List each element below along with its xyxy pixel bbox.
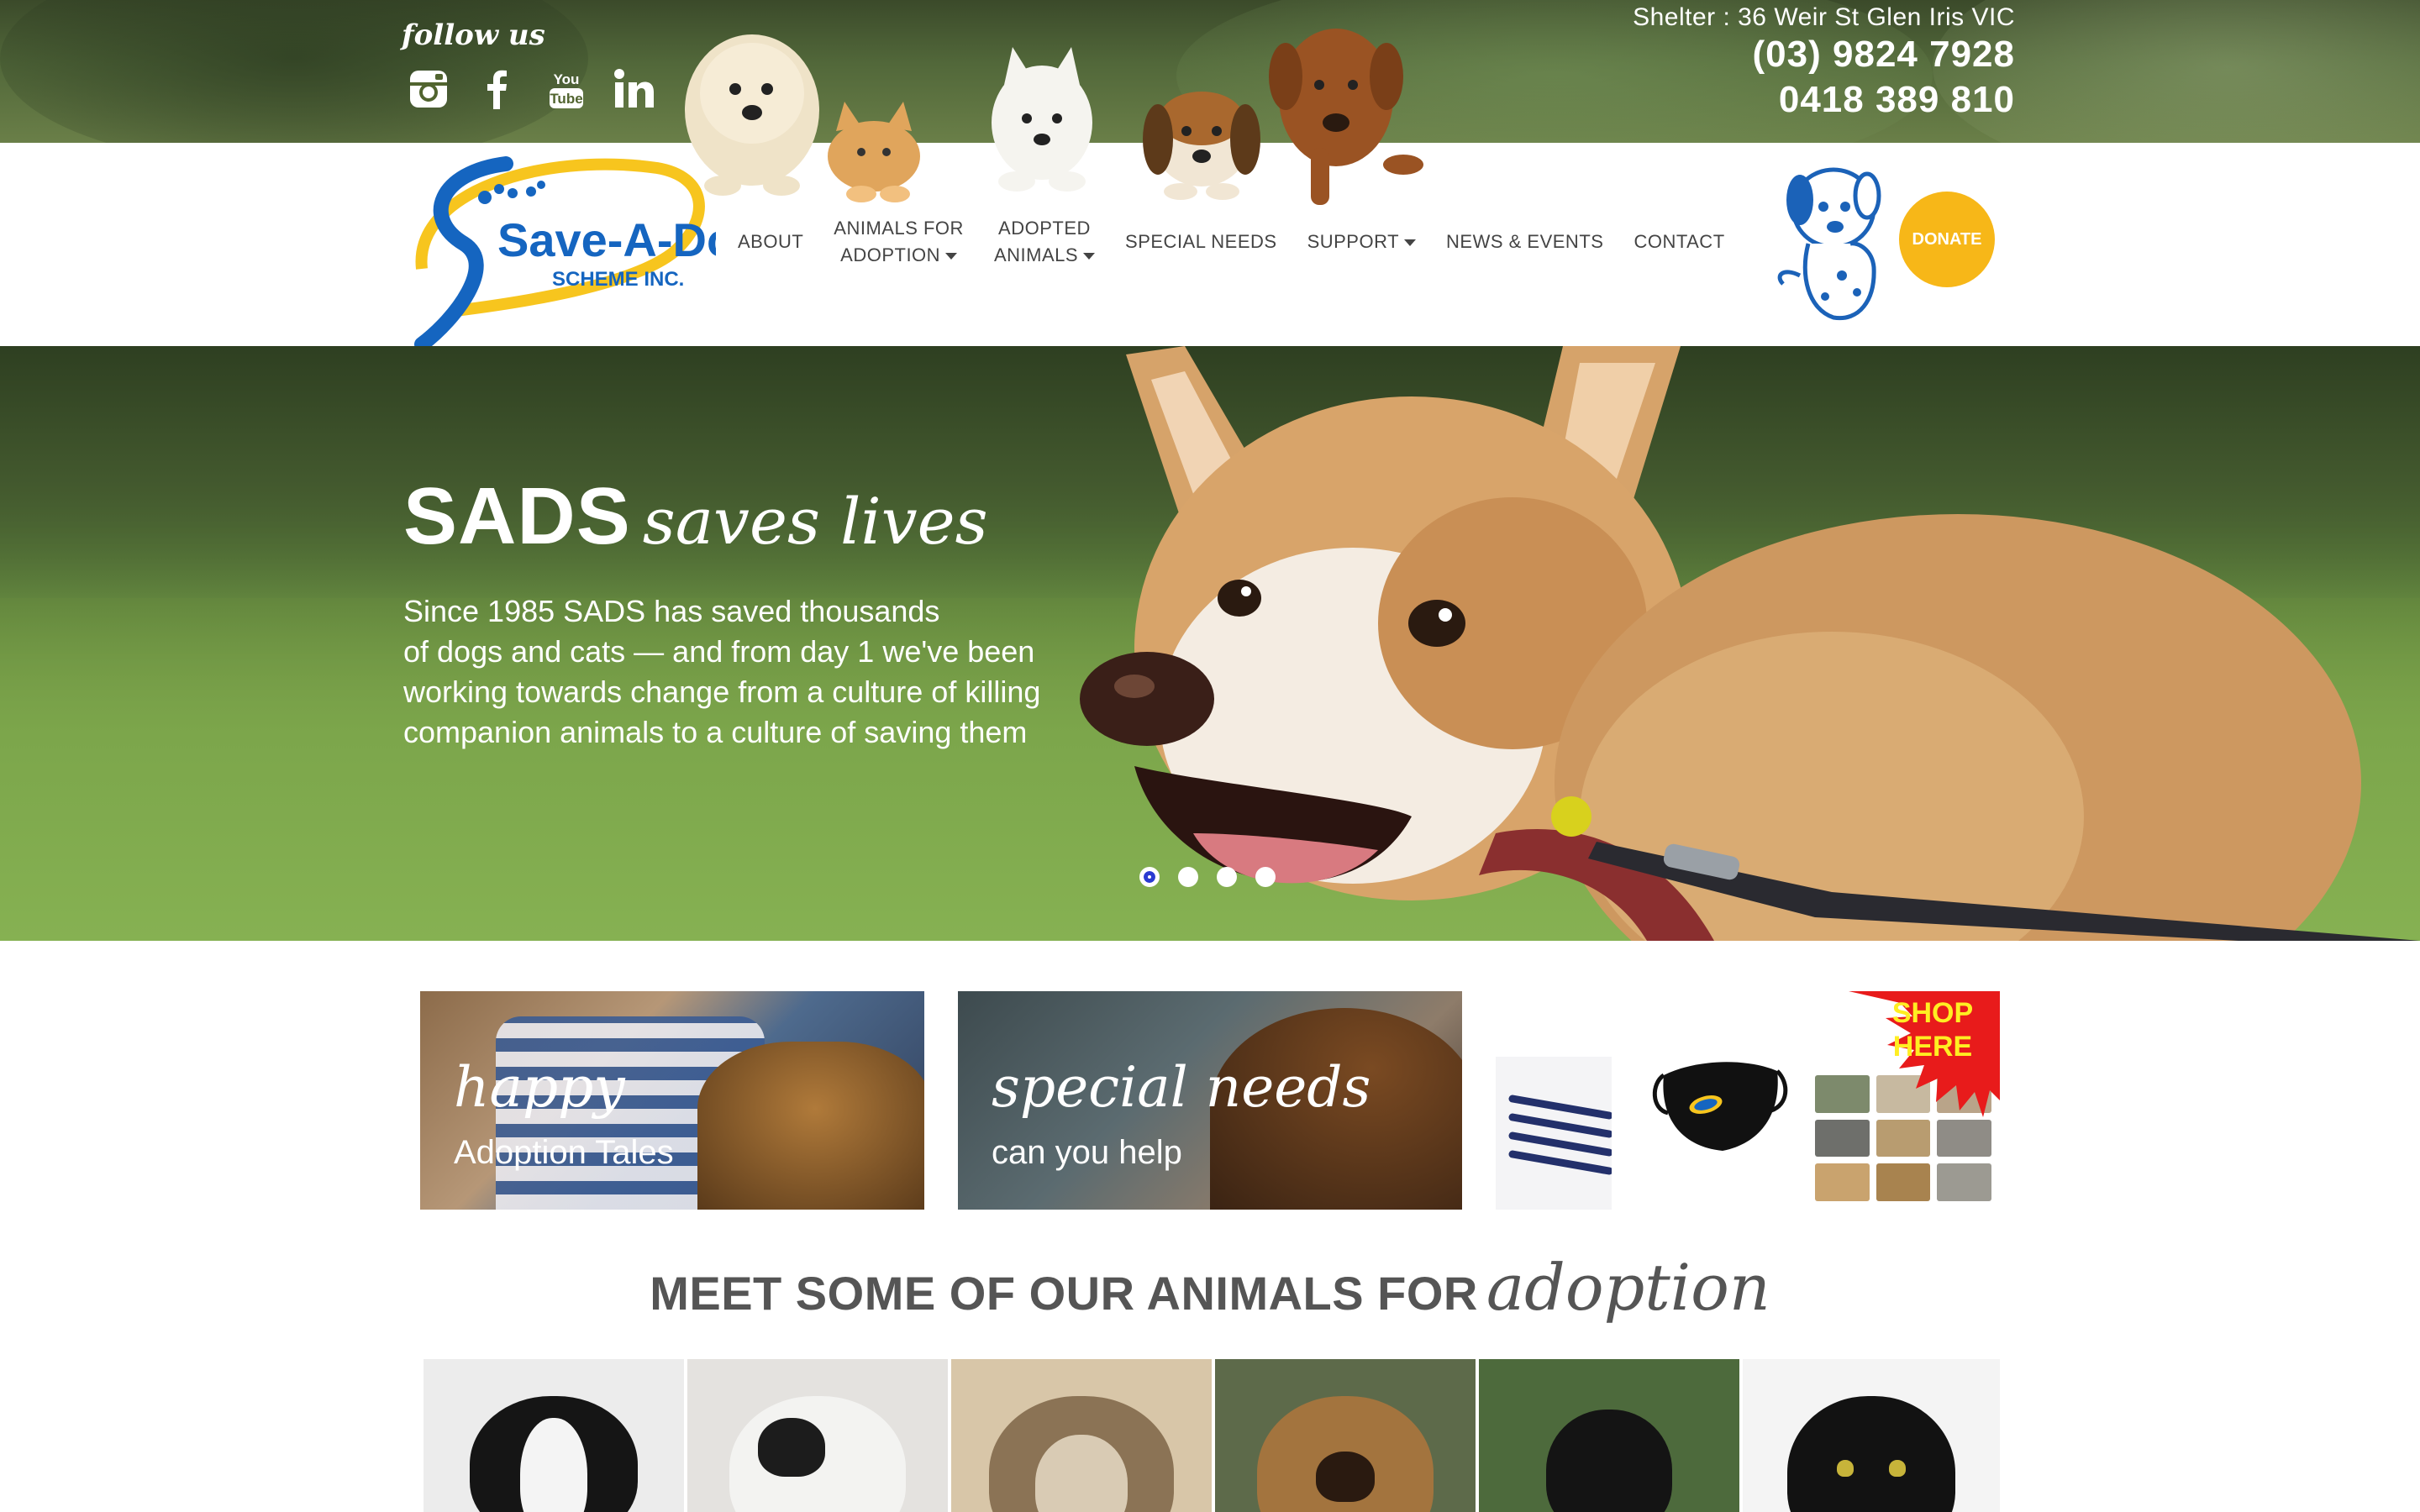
animal-card[interactable] xyxy=(1479,1359,1739,1512)
shelter-address: Shelter : 36 Weir St Glen Iris VIC xyxy=(1633,3,2015,31)
animals-strip xyxy=(424,1359,2000,1512)
hero-slider xyxy=(0,346,2420,941)
contact-block: Shelter : 36 Weir St Glen Iris VIC (03) … xyxy=(1633,3,2015,123)
animal-card[interactable] xyxy=(424,1359,684,1512)
tile-script-title: happy xyxy=(454,1055,625,1120)
slider-dot-1[interactable] xyxy=(1139,867,1160,887)
nav-contact[interactable]: CONTACT xyxy=(1618,228,1739,255)
youtube-icon[interactable]: You Tube xyxy=(543,66,590,113)
hero-title: SADS saves lives xyxy=(403,470,988,563)
donate-button[interactable]: DONATE xyxy=(1899,192,1995,287)
follow-us-label: follow us xyxy=(402,18,545,52)
hero-text: Since 1985 SADS has saved thousands of d… xyxy=(403,594,1041,749)
linkedin-icon[interactable] xyxy=(612,66,659,113)
tile-subtitle: can you help xyxy=(992,1134,1182,1171)
shop-tile[interactable]: SHOP HERE xyxy=(1496,991,2000,1210)
dalmatian-puppy-icon xyxy=(1775,150,1918,326)
site-logo[interactable]: Save-A-Dog SCHEME INC. xyxy=(405,143,764,353)
slider-dot-3[interactable] xyxy=(1217,867,1237,887)
social-links: You Tube xyxy=(405,66,659,113)
hero-title-script: saves lives xyxy=(642,484,988,559)
chevron-down-icon xyxy=(945,253,958,260)
nav-about[interactable]: ABOUT xyxy=(723,228,818,255)
chevron-down-icon xyxy=(1083,253,1096,260)
meet-animals-heading: MEET SOME OF OUR ANIMALS FOR adoption xyxy=(650,1250,1770,1325)
svg-text:You: You xyxy=(554,71,580,87)
shop-here-label: SHOP HERE xyxy=(1891,997,1974,1063)
top-bar xyxy=(0,0,2420,143)
instagram-icon[interactable] xyxy=(405,66,452,113)
tile-subtitle: Adoption Tales xyxy=(454,1134,674,1171)
hero-dog-photo xyxy=(1076,346,2420,941)
hero-title-bold: SADS xyxy=(403,471,631,561)
tile-script-title: special needs xyxy=(992,1055,1371,1120)
pens-image xyxy=(1496,1057,1613,1210)
adoption-tales-tile[interactable]: happy Adoption Tales xyxy=(420,991,924,1210)
animal-card[interactable] xyxy=(1743,1359,2000,1512)
svg-text:Save-A-Dog: Save-A-Dog xyxy=(497,213,716,266)
slider-dots xyxy=(1139,867,1276,887)
animal-card[interactable] xyxy=(687,1359,948,1512)
nav-news-events[interactable]: NEWS & EVENTS xyxy=(1431,228,1618,255)
special-needs-tile[interactable]: special needs can you help xyxy=(958,991,1462,1210)
face-mask-image xyxy=(1647,1050,1790,1159)
animal-card[interactable] xyxy=(1215,1359,1476,1512)
chevron-down-icon xyxy=(1404,239,1417,247)
phone-landline[interactable]: (03) 9824 7928 xyxy=(1633,32,2015,77)
svg-text:SCHEME INC.: SCHEME INC. xyxy=(552,268,684,291)
svg-text:Tube: Tube xyxy=(550,91,582,107)
main-nav: ABOUT ANIMALS FOR ADOPTION ADOPTED ANIMA… xyxy=(723,208,1740,276)
phone-mobile[interactable]: 0418 389 810 xyxy=(1633,77,2015,123)
nav-support[interactable]: SUPPORT xyxy=(1292,228,1431,255)
animal-card[interactable] xyxy=(951,1359,1212,1512)
slider-dot-2[interactable] xyxy=(1178,867,1198,887)
nav-special-needs[interactable]: SPECIAL NEEDS xyxy=(1110,228,1292,255)
nav-adopted-animals[interactable]: ADOPTED ANIMALS xyxy=(979,215,1110,269)
nav-animals-for-adoption[interactable]: ANIMALS FOR ADOPTION xyxy=(818,215,979,269)
slider-dot-4[interactable] xyxy=(1255,867,1276,887)
facebook-icon[interactable] xyxy=(474,66,521,113)
